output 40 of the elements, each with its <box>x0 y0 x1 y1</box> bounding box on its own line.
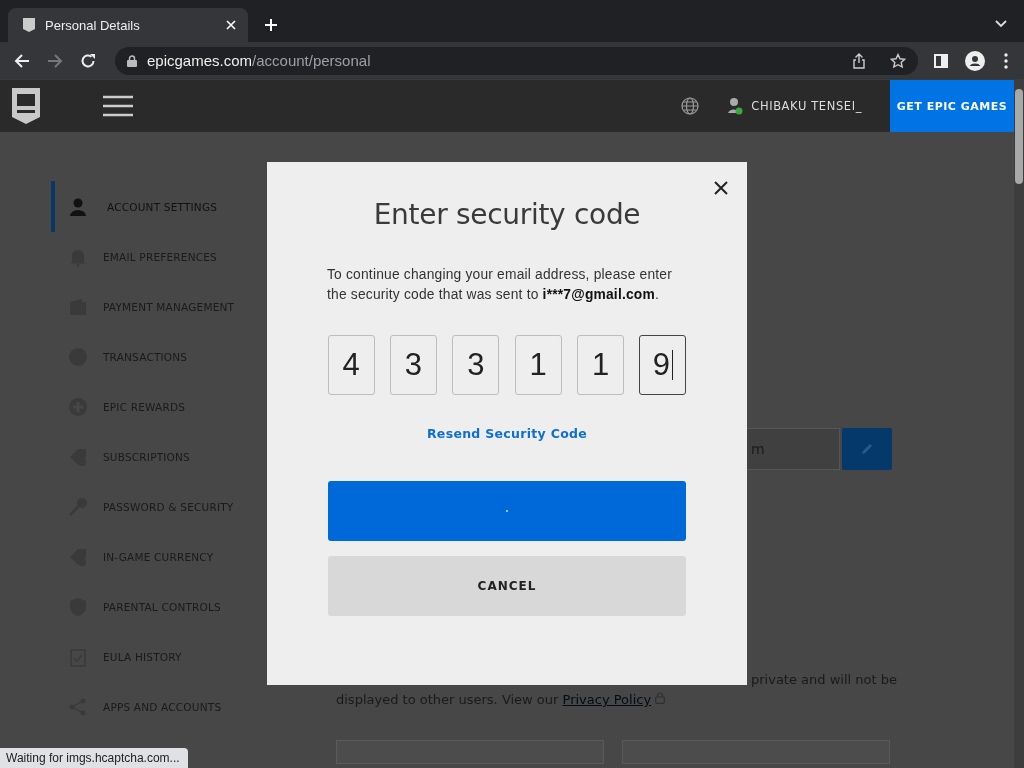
cancel-button[interactable]: CANCEL <box>328 556 686 616</box>
tab-title: Personal Details <box>45 17 141 33</box>
scrollbar-thumb[interactable] <box>1015 89 1023 184</box>
reload-icon[interactable] <box>80 52 96 69</box>
chevron-down-icon[interactable] <box>995 20 1007 28</box>
user-status-icon <box>727 97 744 115</box>
scrollbar[interactable] <box>1014 79 1024 768</box>
person-icon <box>68 196 88 217</box>
forward-icon[interactable] <box>47 52 63 69</box>
username[interactable]: CHIBAKU TENSEI_ <box>751 99 862 113</box>
code-digit-field[interactable]: 4 <box>327 335 375 395</box>
status-bar: Waiting for imgs.hcaptcha.com... <box>0 748 188 768</box>
new-tab-icon[interactable] <box>264 18 278 32</box>
dialog-title: Enter security code <box>373 198 641 231</box>
code-digit-field[interactable]: 1 <box>577 335 625 395</box>
profile-icon[interactable] <box>965 50 985 71</box>
code-digit-field[interactable]: 9 <box>639 335 687 395</box>
address-bar[interactable]: epicgames.com/account/personal <box>115 46 918 75</box>
browser-tab[interactable]: Personal Details <box>8 8 248 42</box>
code-digit-field[interactable]: 3 <box>389 335 437 395</box>
epic-logo-icon[interactable] <box>11 87 41 125</box>
privacy-policy-link[interactable]: Privacy Policy <box>562 692 652 707</box>
star-icon[interactable] <box>890 52 906 69</box>
resend-code-link[interactable]: Resend Security Code <box>426 426 588 441</box>
get-epic-games-button[interactable]: GET EPIC GAMES <box>890 80 1014 132</box>
close-icon[interactable] <box>714 181 728 195</box>
code-digit-field[interactable]: 1 <box>514 335 562 395</box>
globe-icon[interactable] <box>681 97 700 115</box>
side-panel-icon[interactable] <box>934 53 948 68</box>
code-digit-field[interactable]: 3 <box>452 335 500 395</box>
lock-icon <box>655 692 666 704</box>
menu-icon[interactable] <box>1004 52 1008 69</box>
pencil-icon <box>860 442 874 456</box>
share-icon[interactable] <box>852 52 866 69</box>
dialog-message: To continue changing your email address, please enter the security code that was sent to i***7@gmail.com. <box>327 266 673 304</box>
lock-icon <box>127 54 137 67</box>
menu-icon[interactable] <box>103 95 133 117</box>
back-icon[interactable] <box>14 52 30 69</box>
url-text: epicgames.com/account/personal <box>147 52 371 69</box>
epic-logo-icon <box>22 17 36 33</box>
